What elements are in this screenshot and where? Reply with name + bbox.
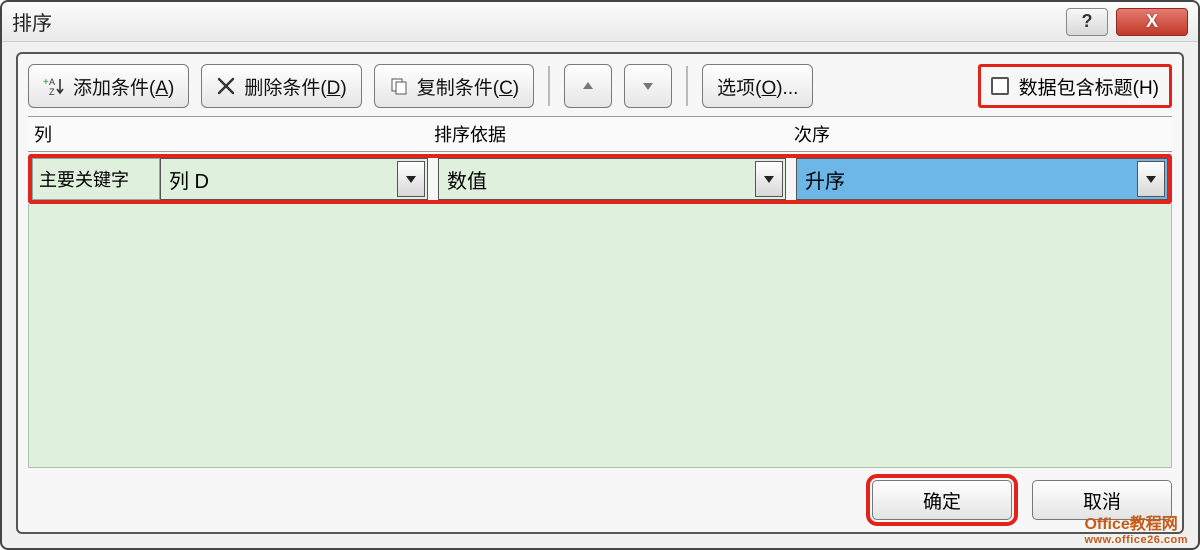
sort-on-value: 数值 (447, 165, 487, 194)
move-down-button[interactable] (624, 64, 672, 108)
sort-order-dropdown[interactable]: 升序 (796, 158, 1168, 200)
arrow-up-icon (581, 79, 595, 93)
dialog-content: + A Z 添加条件(A) 删除条件(D) (16, 52, 1184, 534)
header-sort-on: 排序依据 (428, 121, 788, 147)
separator (548, 66, 550, 106)
help-button[interactable]: ? (1066, 8, 1108, 36)
svg-text:Z: Z (49, 87, 55, 97)
ok-button[interactable]: 确定 (872, 480, 1012, 520)
add-level-button[interactable]: + A Z 添加条件(A) (28, 64, 189, 108)
primary-key-label: 主要关键字 (32, 158, 160, 200)
sort-order-value: 升序 (805, 165, 845, 194)
delete-level-button[interactable]: 删除条件(D) (201, 64, 361, 108)
sort-column-value: 列 D (169, 165, 209, 194)
dialog-button-bar: 确定 取消 (28, 468, 1172, 520)
checkbox-icon (991, 77, 1009, 95)
criteria-headers: 列 排序依据 次序 (28, 116, 1172, 152)
window-title: 排序 (12, 7, 1058, 36)
copy-level-button[interactable]: 复制条件(C) (374, 64, 534, 108)
chevron-down-icon (1137, 161, 1165, 197)
toolbar: + A Z 添加条件(A) 删除条件(D) (28, 64, 1172, 116)
add-sort-icon: + A Z (43, 75, 65, 97)
sort-dialog: 排序 ? X + A Z 添加条件(A) (0, 0, 1200, 550)
copy-icon (389, 76, 409, 96)
arrow-down-icon (641, 79, 655, 93)
titlebar: 排序 ? X (2, 2, 1198, 42)
criteria-row: 主要关键字 列 D 数值 升序 (32, 158, 1168, 200)
header-column: 列 (28, 121, 428, 147)
move-up-button[interactable] (564, 64, 612, 108)
header-order: 次序 (788, 121, 1172, 147)
chevron-down-icon (397, 161, 425, 197)
cancel-button[interactable]: 取消 (1032, 480, 1172, 520)
sort-column-dropdown[interactable]: 列 D (160, 158, 428, 200)
data-has-header-checkbox[interactable]: 数据包含标题(H) (978, 64, 1172, 108)
chevron-down-icon (755, 161, 783, 197)
criteria-row-highlight: 主要关键字 列 D 数值 升序 (28, 154, 1172, 204)
sort-on-dropdown[interactable]: 数值 (438, 158, 786, 200)
separator (686, 66, 688, 106)
criteria-list-body (28, 204, 1172, 468)
svg-text:A: A (49, 77, 55, 87)
delete-icon (216, 76, 236, 96)
options-button[interactable]: 选项(O)... (702, 64, 813, 108)
close-button[interactable]: X (1116, 8, 1188, 36)
